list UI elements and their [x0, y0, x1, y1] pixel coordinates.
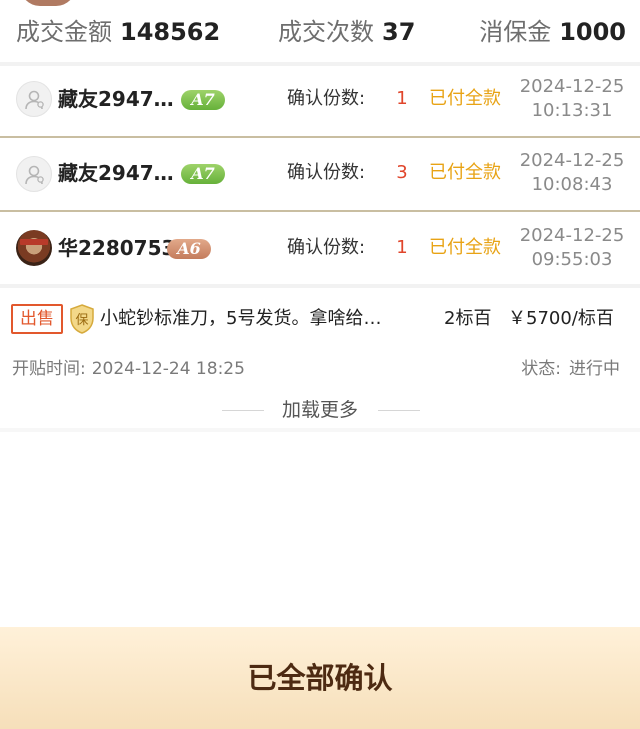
- stat-amount: 成交金额 148562: [16, 15, 220, 49]
- level-badge: A6: [167, 239, 211, 259]
- confirm-qty-label: 确认份数:: [287, 237, 366, 258]
- default-avatar-icon[interactable]: [16, 156, 52, 192]
- confirm-date: 2024-12-25: [519, 76, 625, 97]
- default-avatar-icon[interactable]: [16, 81, 52, 117]
- payment-status: 已付全款: [429, 88, 501, 109]
- confirm-clock: 09:55:03: [531, 249, 613, 270]
- confirm-qty-value: 3: [396, 162, 408, 183]
- stat-deposit: 消保金 1000: [479, 15, 626, 49]
- open-time-label: 开贴时间:: [12, 359, 86, 379]
- buyer-name[interactable]: 藏友2947…: [58, 85, 174, 113]
- level-badge: A7: [181, 90, 225, 110]
- confirmation-row: 藏友2947… A7 确认份数: 3 已付全款 2024-12-25 10:08…: [0, 138, 640, 210]
- confirm-time: 2024-12-25 10:08:43: [512, 149, 632, 197]
- payment-status: 已付全款: [429, 162, 501, 183]
- status-label: 状态:: [521, 359, 561, 379]
- guarantee-tag-text: 保: [75, 313, 88, 328]
- listing-price: ￥5700/标百: [508, 308, 614, 329]
- confirm-clock: 10:08:43: [531, 174, 613, 195]
- stat-deposit-value: 1000: [559, 18, 626, 46]
- divider-line: [378, 410, 420, 411]
- confirm-qty-value: 1: [396, 88, 408, 109]
- confirm-qty-label: 确认份数:: [287, 162, 366, 183]
- bottom-action-bar: 已全部确认: [0, 627, 640, 729]
- stat-deposit-label: 消保金: [479, 18, 552, 46]
- confirm-date: 2024-12-25: [519, 225, 625, 246]
- confirm-all-button[interactable]: 已全部确认: [0, 627, 640, 729]
- open-time: 开贴时间: 2024-12-24 18:25: [12, 356, 245, 382]
- section-divider: [0, 428, 640, 432]
- load-more-link[interactable]: 加载更多: [270, 396, 370, 424]
- level-badge: A7: [181, 164, 225, 184]
- load-more[interactable]: 加载更多: [0, 396, 640, 424]
- listing-title[interactable]: 小蛇钞标准刀，5号发货。拿啥给…: [100, 304, 381, 334]
- stat-amount-value: 148562: [120, 18, 221, 46]
- listing-status: 状态: 进行中: [521, 356, 620, 382]
- confirmation-row: 藏友2947… A7 确认份数: 1 已付全款 2024-12-25 10:13…: [0, 63, 640, 135]
- user-photo-avatar[interactable]: [16, 230, 52, 266]
- open-time-value: 2024-12-24 18:25: [91, 359, 245, 379]
- stat-count-value: 37: [382, 18, 416, 46]
- confirm-date: 2024-12-25: [519, 150, 625, 171]
- status-value: 进行中: [569, 359, 620, 379]
- stat-amount-label: 成交金额: [16, 18, 112, 46]
- confirm-clock: 10:13:31: [531, 100, 613, 121]
- guarantee-shield-icon: 保: [69, 304, 95, 334]
- buyer-name[interactable]: 藏友2947…: [58, 159, 174, 187]
- confirm-qty-label: 确认份数:: [287, 88, 366, 109]
- stat-count-label: 成交次数: [278, 18, 374, 46]
- divider-line: [222, 410, 264, 411]
- confirm-qty-value: 1: [396, 237, 408, 258]
- confirm-time: 2024-12-25 09:55:03: [512, 224, 632, 272]
- seller-stats: 成交金额 148562 成交次数 37 消保金 1000: [0, 0, 640, 62]
- buyer-name[interactable]: 华2280753: [58, 234, 175, 262]
- confirm-time: 2024-12-25 10:13:31: [512, 75, 632, 123]
- confirmation-row: 华2280753 A6 确认份数: 1 已付全款 2024-12-25 09:5…: [0, 212, 640, 284]
- stat-count: 成交次数 37: [278, 15, 415, 49]
- sell-tag: 出售: [11, 304, 63, 334]
- payment-status: 已付全款: [429, 237, 501, 258]
- listing-quantity: 2标百: [444, 308, 492, 329]
- listing-card[interactable]: 出售 保 小蛇钞标准刀，5号发货。拿啥给… 2标百 ￥5700/标百 开贴时间:…: [0, 288, 640, 428]
